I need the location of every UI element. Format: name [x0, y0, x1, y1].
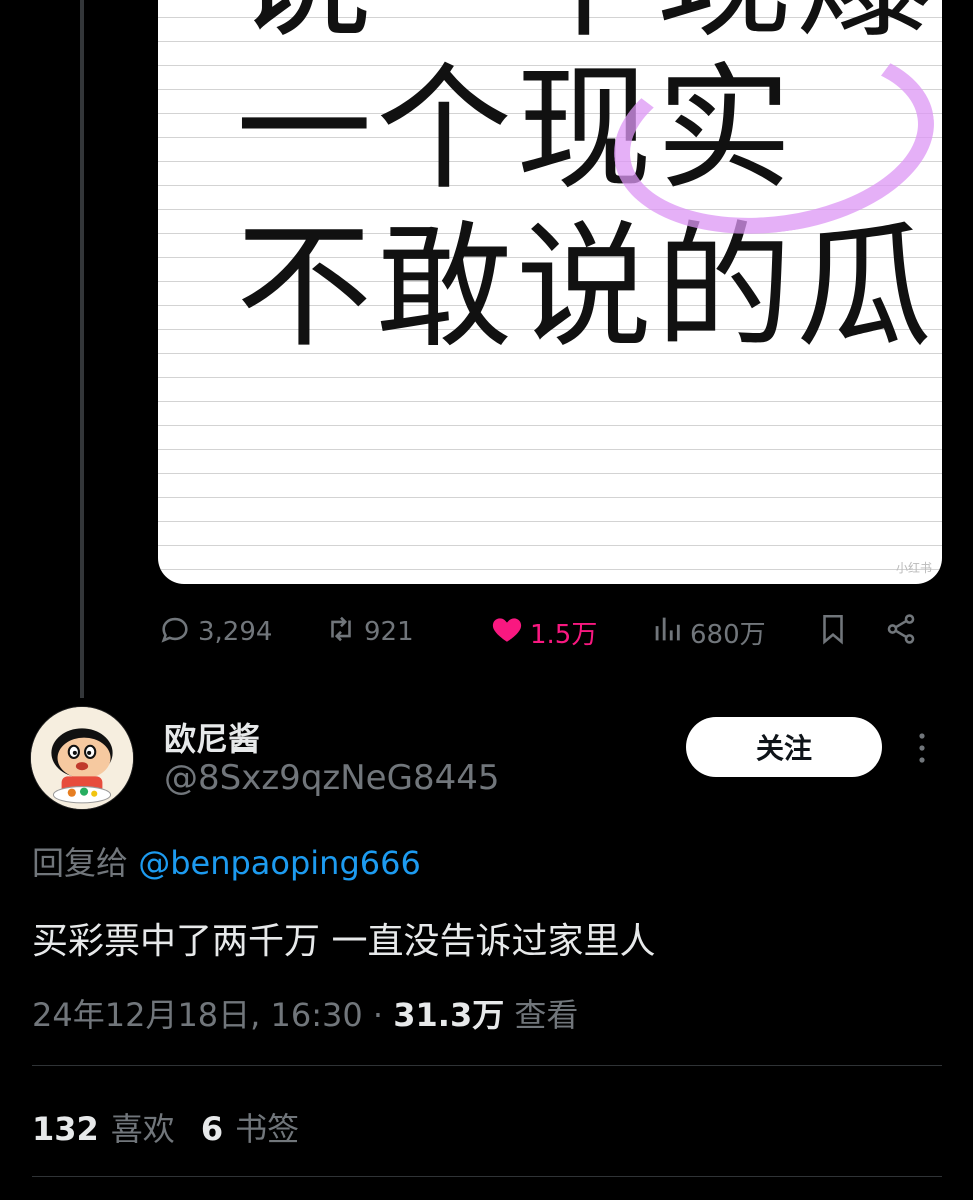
more-vertical-icon: [919, 733, 925, 763]
follow-button[interactable]: 关注: [686, 717, 882, 777]
tweet-view-count: 31.3万: [393, 996, 505, 1034]
likes-stat-count: 132: [32, 1110, 99, 1148]
media-watermark: 小红书: [895, 561, 932, 575]
like-count: 1.5万: [530, 619, 598, 650]
likes-stat[interactable]: 132 喜欢: [32, 1104, 175, 1150]
retweet-count: 921: [364, 617, 414, 647]
bookmark-button[interactable]: [816, 610, 850, 654]
tweet-media-image[interactable]: 说一个现爆 一个现实 不敢说的瓜 小红书: [158, 0, 942, 584]
cartoon-boy-avatar-icon: [31, 707, 133, 809]
bookmarks-stat-label: 书签: [235, 1110, 300, 1148]
views-chart-icon: [650, 612, 684, 653]
media-text-line-3: 不敢说的瓜: [236, 209, 936, 367]
reply-prefix: 回复给: [32, 844, 129, 882]
author-display-name[interactable]: 欧尼酱: [164, 714, 260, 760]
reply-icon: [158, 612, 192, 653]
reply-mention-link[interactable]: @benpaoping666: [138, 844, 421, 882]
likes-stat-label: 喜欢: [110, 1110, 175, 1148]
bookmarks-stat-count: 6: [200, 1110, 224, 1148]
tweet-view-label: 查看: [514, 996, 579, 1034]
avatar[interactable]: [30, 706, 134, 810]
reply-button[interactable]: 3,294: [158, 610, 272, 654]
retweet-icon: [324, 612, 358, 653]
tweet-text: 买彩票中了两千万 一直没告诉过家里人: [32, 921, 656, 962]
like-button[interactable]: 1.5万: [490, 610, 597, 654]
reply-count: 3,294: [198, 617, 273, 647]
media-text-line-1: 说一个现爆: [236, 0, 936, 46]
tweet-stats: 132 喜欢 6 书签: [32, 1104, 299, 1150]
bookmarks-stat[interactable]: 6 书签: [201, 1104, 299, 1150]
author-handle[interactable]: @8Sxz9qzNeG8445: [164, 758, 499, 798]
divider: [32, 1065, 942, 1066]
retweet-button[interactable]: 921: [324, 610, 414, 654]
share-button[interactable]: [884, 610, 918, 654]
meta-separator: ·: [372, 996, 394, 1034]
heart-icon: [490, 612, 524, 653]
tweet-meta: 24年12月18日, 16:30 · 31.3万 查看: [32, 990, 578, 1036]
more-options-button[interactable]: [912, 730, 932, 770]
share-icon: [884, 612, 918, 653]
tweet-timestamp[interactable]: 24年12月18日, 16:30: [32, 996, 363, 1034]
tweet-action-bar: 3,294 921 1.5万 680万: [158, 610, 942, 654]
views-button[interactable]: 680万: [650, 610, 766, 654]
reply-context: 回复给 @benpaoping666: [32, 838, 421, 884]
thread-connector-line: [80, 0, 84, 698]
bookmark-icon: [816, 612, 850, 653]
views-count: 680万: [690, 619, 766, 650]
divider: [32, 1176, 942, 1177]
